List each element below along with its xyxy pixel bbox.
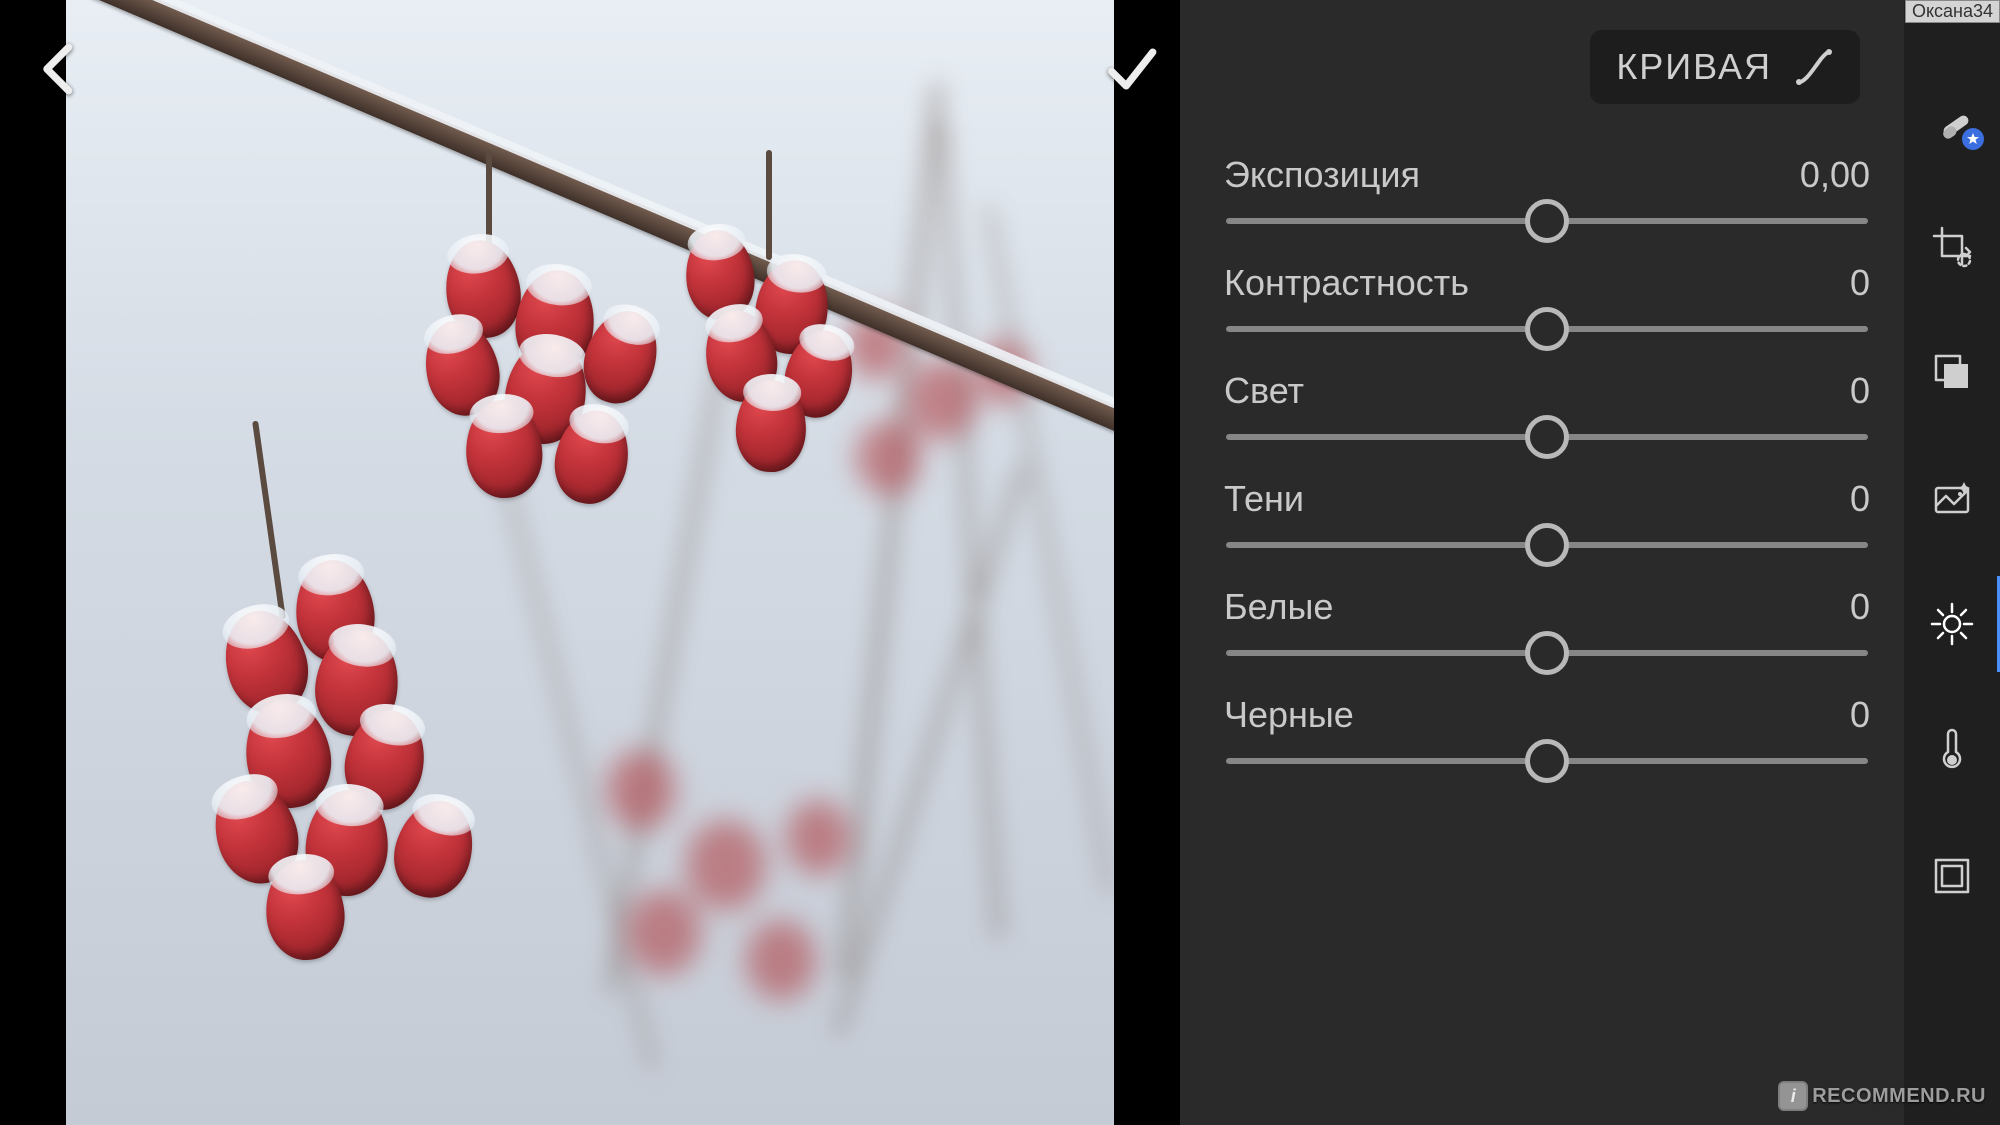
premium-badge-icon [1962, 128, 1984, 150]
slider-shadows: Тени 0 [1224, 478, 1870, 548]
light-controls: КРИВАЯ Экспозиция 0,00 Конт [1180, 0, 1904, 1125]
app-root: КРИВАЯ Экспозиция 0,00 Конт [0, 0, 2000, 1125]
edited-photo[interactable] [66, 0, 1114, 1125]
slider-value: 0 [1850, 586, 1870, 628]
healing-brush-icon[interactable] [1928, 96, 1976, 144]
slider-track[interactable] [1226, 326, 1868, 332]
crop-icon[interactable] [1928, 222, 1976, 270]
slider-contrast: Контрастность 0 [1224, 262, 1870, 332]
frame-icon[interactable] [1928, 852, 1976, 900]
slider-track[interactable] [1226, 218, 1868, 224]
slider-label: Свет [1224, 370, 1304, 412]
slider-value: 0,00 [1800, 154, 1870, 196]
slider-label: Контрастность [1224, 262, 1469, 304]
slider-group: Экспозиция 0,00 Контрастность 0 Свет 0 [1224, 148, 1870, 764]
photo-viewport [0, 0, 1180, 1125]
watermark-icon: i [1778, 1081, 1808, 1111]
auto-enhance-icon[interactable] [1928, 474, 1976, 522]
curve-button[interactable]: КРИВАЯ [1590, 30, 1860, 104]
slider-exposure: Экспозиция 0,00 [1224, 154, 1870, 224]
edit-panel: КРИВАЯ Экспозиция 0,00 Конт [1180, 0, 2000, 1125]
slider-label: Тени [1224, 478, 1304, 520]
curve-icon [1794, 47, 1834, 87]
watermark: i RECOMMEND.RU [1778, 1081, 1986, 1111]
presets-icon[interactable] [1928, 348, 1976, 396]
slider-label: Черные [1224, 694, 1354, 736]
slider-track[interactable] [1226, 758, 1868, 764]
slider-thumb[interactable] [1525, 199, 1569, 243]
slider-blacks: Черные 0 [1224, 694, 1870, 764]
slider-thumb[interactable] [1525, 523, 1569, 567]
slider-value: 0 [1850, 694, 1870, 736]
slider-highlights: Свет 0 [1224, 370, 1870, 440]
slider-track[interactable] [1226, 650, 1868, 656]
user-tag: Оксана34 [1905, 0, 2000, 23]
slider-thumb[interactable] [1525, 415, 1569, 459]
slider-thumb[interactable] [1525, 307, 1569, 351]
right-toolbar [1904, 0, 2000, 1125]
color-temp-icon[interactable] [1928, 726, 1976, 774]
back-button[interactable] [30, 40, 88, 103]
slider-track[interactable] [1226, 542, 1868, 548]
light-icon[interactable] [1928, 600, 1976, 648]
slider-value: 0 [1850, 370, 1870, 412]
slider-track[interactable] [1226, 434, 1868, 440]
watermark-text: RECOMMEND.RU [1812, 1085, 1986, 1108]
confirm-button[interactable] [1102, 40, 1160, 103]
slider-thumb[interactable] [1525, 631, 1569, 675]
curve-label: КРИВАЯ [1616, 46, 1772, 88]
slider-label: Белые [1224, 586, 1333, 628]
slider-value: 0 [1850, 262, 1870, 304]
slider-whites: Белые 0 [1224, 586, 1870, 656]
slider-value: 0 [1850, 478, 1870, 520]
slider-label: Экспозиция [1224, 154, 1420, 196]
slider-thumb[interactable] [1525, 739, 1569, 783]
